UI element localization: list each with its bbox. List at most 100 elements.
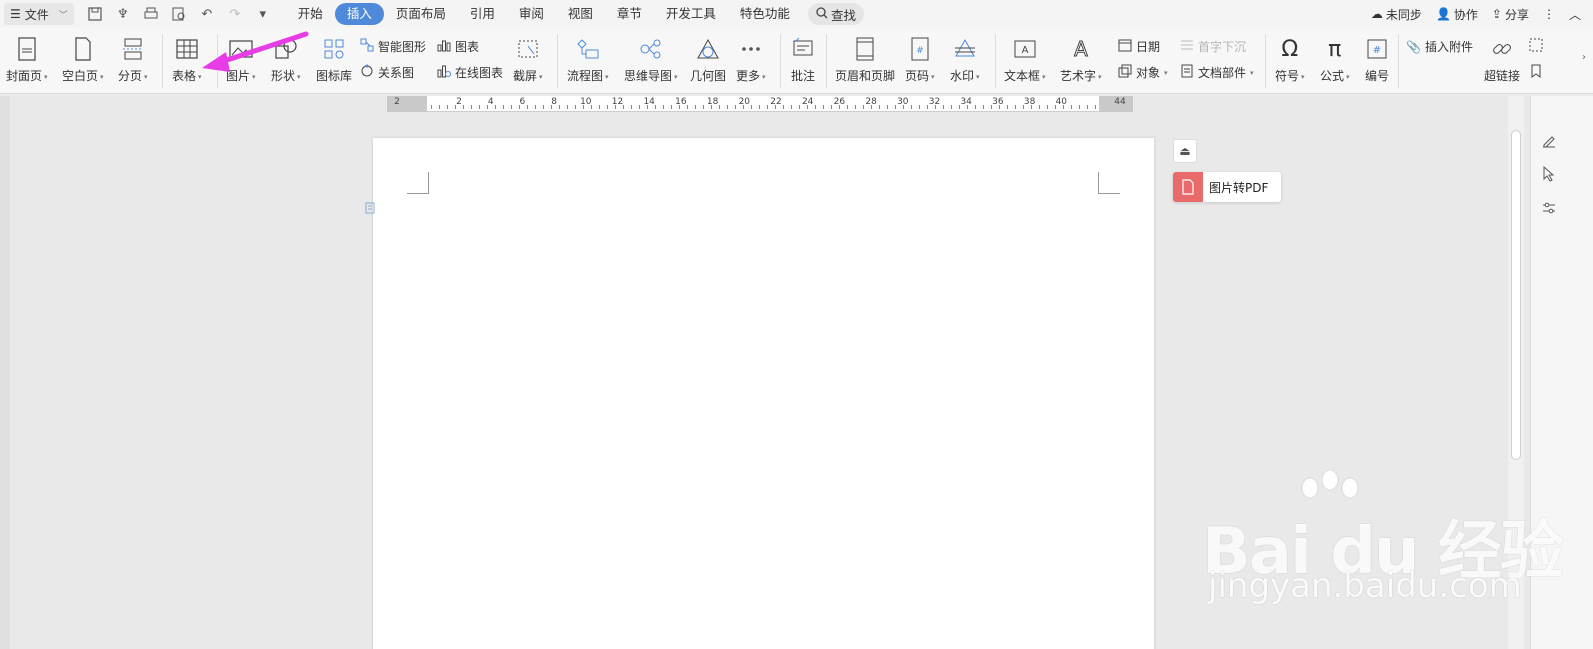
print-preview-icon[interactable] xyxy=(170,5,188,23)
page-number-button[interactable]: # 页码 ▾ xyxy=(905,36,935,84)
customize-toolbar-icon[interactable]: ▾ xyxy=(254,5,272,23)
print-icon[interactable] xyxy=(142,5,160,23)
file-menu-label: 文件 xyxy=(24,7,49,22)
ruler-tick xyxy=(719,105,720,109)
smartart-button[interactable]: 智能图形 xyxy=(360,38,426,55)
ruler-tick xyxy=(615,105,616,109)
comment-button[interactable]: 批注 xyxy=(790,36,816,84)
search-button[interactable]: 查找 xyxy=(807,3,864,25)
header-footer-button[interactable]: 页眉和页脚 xyxy=(835,36,895,84)
menu-bar: ☰ 文件 ﹀ ♆ ↶ ↷ ▾ 开始 插入 页面布局 引用 审阅 视图 章节 开发… xyxy=(0,0,1593,28)
ruler-tick xyxy=(959,105,960,109)
format-painter-icon[interactable]: ♆ xyxy=(114,5,132,23)
ruler-tick xyxy=(855,105,856,109)
geometry-button[interactable]: 几何图 xyxy=(690,36,726,84)
blank-page-button[interactable]: 空白页 ▾ xyxy=(62,36,104,84)
flowchart-label: 流程图 xyxy=(567,69,604,83)
object-label: 对象 xyxy=(1136,66,1161,80)
horizontal-ruler[interactable]: 2 2 4 6 8 10 12 14 16 18 20 22 24 26 28 30 32 34 36 38 40 44 xyxy=(387,96,1133,112)
ruler-tick xyxy=(863,105,864,109)
tab-home[interactable]: 开始 xyxy=(286,3,335,25)
chart-button[interactable]: 图表 xyxy=(437,38,479,55)
geometry-icon xyxy=(695,36,721,62)
baidu-watermark-url: jingyan.baidu.com xyxy=(1208,566,1522,606)
document-page[interactable] xyxy=(365,138,1154,649)
ruler-tick xyxy=(903,105,904,109)
paragraph-layout-icon[interactable] xyxy=(365,202,379,214)
image-to-pdf-label: 图片转PDF xyxy=(1209,180,1269,195)
ruler-number: 40 xyxy=(1055,97,1068,107)
scrollbar-thumb[interactable] xyxy=(1511,130,1521,460)
collab-button[interactable]: 👤 协作 xyxy=(1436,6,1478,23)
ruler-tick xyxy=(511,105,512,109)
insert-attachment-button[interactable]: 📎 插入附件 xyxy=(1406,38,1473,55)
object-button[interactable]: 对象 ▾ xyxy=(1118,64,1168,81)
icon-library-button[interactable]: 图标库 xyxy=(316,36,352,84)
screenshot-button[interactable]: 截屏 ▾ xyxy=(513,36,543,84)
ruler-tick xyxy=(935,105,936,109)
settings-sliders-icon[interactable] xyxy=(1539,198,1559,218)
relation-chart-button[interactable]: 关系图 xyxy=(360,64,414,81)
ruler-number: 18 xyxy=(706,97,719,107)
textbox-button[interactable]: A 文本框 ▾ xyxy=(1004,36,1046,84)
ruler-tick xyxy=(1087,105,1088,109)
tab-view[interactable]: 视图 xyxy=(556,3,605,25)
redo-icon[interactable]: ↷ xyxy=(226,5,244,23)
picture-button[interactable]: 图片 ▾ xyxy=(226,36,256,84)
cover-page-button[interactable]: 封面页 ▾ xyxy=(6,36,48,84)
date-button[interactable]: 日期 xyxy=(1118,38,1160,55)
online-chart-button[interactable]: 在线图表 xyxy=(437,64,503,81)
mindmap-button[interactable]: 思维导图 ▾ xyxy=(624,36,678,84)
tab-developer[interactable]: 开发工具 xyxy=(654,3,728,25)
bookmark-icon[interactable] xyxy=(1529,64,1543,78)
chart-label: 图表 xyxy=(455,40,480,54)
ruler-tick xyxy=(967,105,968,109)
eject-icon: ⏏ xyxy=(1179,144,1191,158)
numbering-button[interactable]: # 编号 xyxy=(1364,36,1390,84)
sync-button[interactable]: ☁ 未同步 xyxy=(1371,6,1422,23)
pi-icon: π xyxy=(1328,36,1342,62)
collapse-panel-button[interactable]: ⏏ xyxy=(1173,139,1197,163)
tab-review[interactable]: 审阅 xyxy=(507,3,556,25)
more-button[interactable]: 更多 ▾ xyxy=(736,36,766,84)
share-button[interactable]: ⇪ 分享 xyxy=(1492,6,1529,23)
tab-insert[interactable]: 插入 xyxy=(334,3,384,25)
ruler-tick xyxy=(895,105,896,109)
flowchart-button[interactable]: 流程图 ▾ xyxy=(567,36,609,84)
ruler-tick xyxy=(807,105,808,109)
tab-section[interactable]: 章节 xyxy=(605,3,654,25)
ruler-tick xyxy=(1063,105,1064,109)
shape-button[interactable]: 形状 ▾ xyxy=(271,36,301,84)
page-break-button[interactable]: 分页 ▾ xyxy=(118,36,148,84)
ruler-tick xyxy=(631,105,632,109)
ruler-tick xyxy=(1071,105,1072,109)
dropcap-button[interactable]: 首字下沉 xyxy=(1180,38,1246,55)
cloud-icon: ☁ xyxy=(1370,7,1383,21)
cursor-icon[interactable] xyxy=(1539,164,1559,184)
collapse-ribbon-icon[interactable]: ︿ xyxy=(1569,6,1581,23)
hyperlink-button[interactable]: 超链接 xyxy=(1484,36,1520,84)
crossref-icon[interactable] xyxy=(1529,38,1543,52)
symbol-button[interactable]: Ω 符号 ▾ xyxy=(1275,36,1305,84)
ruler-number: 2 xyxy=(394,97,400,107)
wordart-button[interactable]: A 艺术字 ▾ xyxy=(1060,36,1102,84)
file-menu-button[interactable]: ☰ 文件 ﹀ xyxy=(4,3,74,25)
pdf-icon xyxy=(1173,172,1203,202)
tab-page-layout[interactable]: 页面布局 xyxy=(384,3,458,25)
formula-label: 公式 xyxy=(1320,69,1345,83)
doc-parts-button[interactable]: 文档部件 ▾ xyxy=(1180,64,1254,81)
watermark-button[interactable]: 水印 ▾ xyxy=(950,36,980,84)
ribbon-scroll-right-icon[interactable]: › xyxy=(1582,52,1586,63)
pen-icon[interactable] xyxy=(1539,130,1559,150)
table-button[interactable]: 表格 ▾ xyxy=(172,36,202,84)
image-to-pdf-button[interactable]: 图片转PDF xyxy=(1173,172,1281,202)
save-icon[interactable] xyxy=(86,5,104,23)
undo-icon[interactable]: ↶ xyxy=(198,5,216,23)
ruler-tick xyxy=(559,105,560,109)
tab-references[interactable]: 引用 xyxy=(458,3,507,25)
formula-button[interactable]: π 公式 ▾ xyxy=(1320,36,1350,84)
vertical-ruler[interactable] xyxy=(0,96,10,649)
more-options-icon[interactable]: ⋮ xyxy=(1543,7,1555,21)
tab-features[interactable]: 特色功能 xyxy=(728,3,802,25)
right-actions: ☁ 未同步 👤 协作 ⇪ 分享 ⋮ ︿ xyxy=(1371,0,1581,28)
